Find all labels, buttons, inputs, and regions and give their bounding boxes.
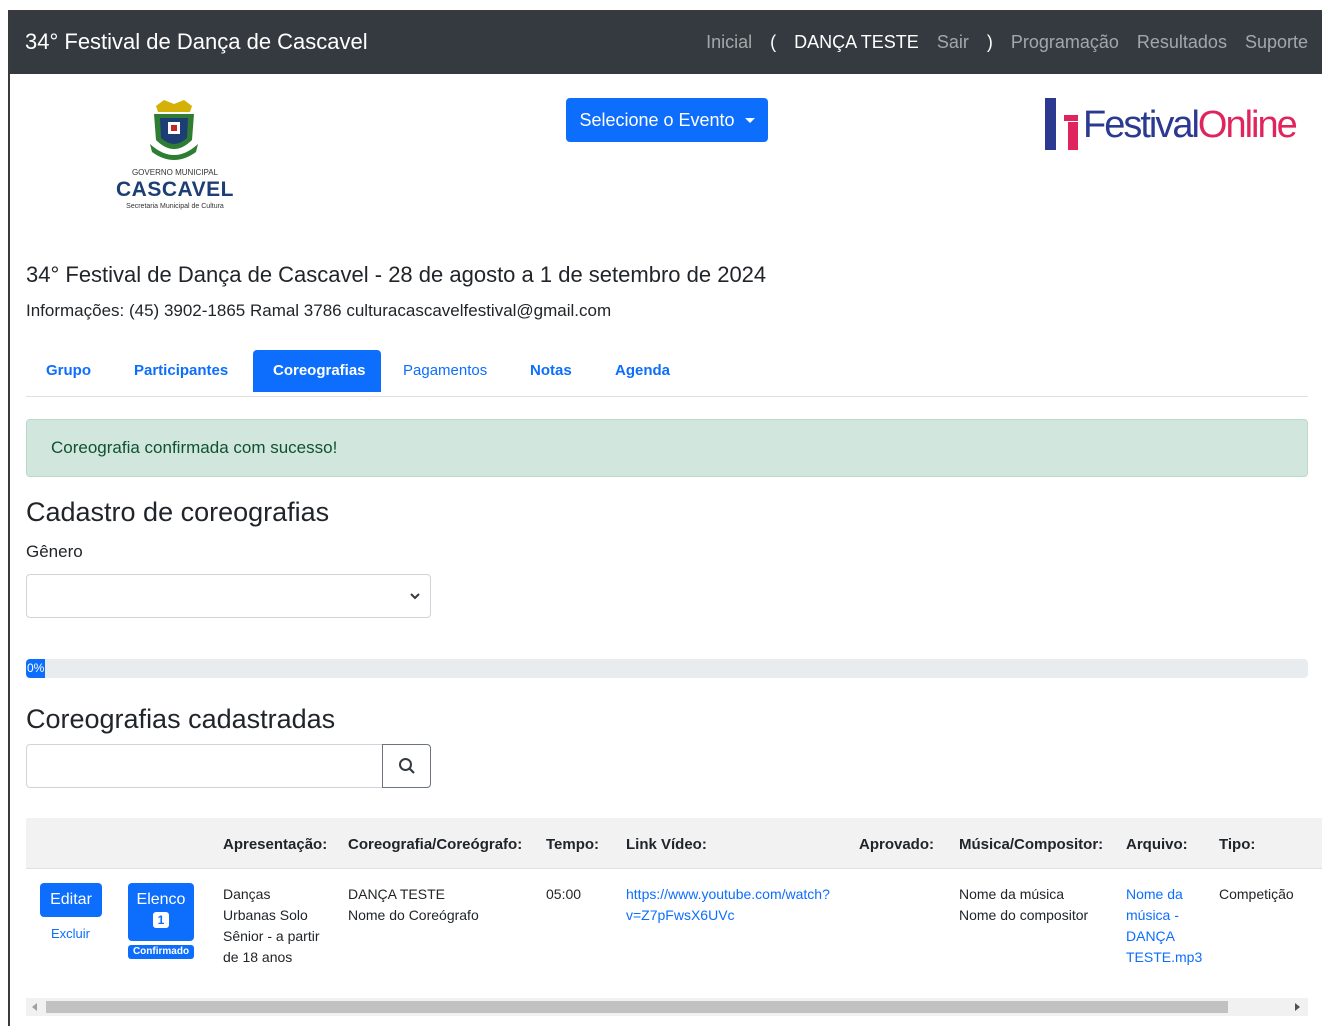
cascavel-logo: GOVERNO MUNICIPAL CASCAVEL Secretaria Mu… [110, 100, 240, 220]
caret-down-icon [744, 117, 755, 123]
arquivo-link[interactable]: Nome da música - DANÇA TESTE.mp3 [1126, 884, 1202, 968]
success-alert: Coreografia confirmada com sucesso! [26, 419, 1308, 477]
logo-city-text: CASCAVEL [116, 178, 234, 201]
select-event-label: Selecione o Evento [579, 109, 735, 130]
nav-paren-close: ) [986, 32, 993, 52]
cell-apresentacao: Danças Urbanas Solo Sênior - a partir de… [223, 886, 320, 965]
elenco-label: Elenco [136, 891, 186, 908]
th-apresentacao: Apresentação: [223, 836, 328, 853]
cell-tempo: 05:00 [546, 886, 582, 902]
tab-notas[interactable]: Notas [510, 350, 592, 392]
elenco-button[interactable]: Elenco 1 [128, 883, 194, 941]
status-badge: Confirmado [128, 945, 194, 959]
navbar-links: Inicial ( DANÇA TESTE Sair ) Programação… [688, 32, 1308, 53]
select-event-dropdown[interactable]: Selecione o Evento [566, 98, 768, 142]
th-musica: Música/Compositor: [959, 836, 1104, 853]
edit-button[interactable]: Editar [40, 883, 102, 917]
cell-tipo: Competição [1219, 886, 1294, 902]
video-link[interactable]: https://www.youtube.com/watch? v=Z7pFwsX… [626, 884, 830, 926]
tab-grupo[interactable]: Grupo [26, 350, 111, 392]
tab-pagamentos[interactable]: Pagamentos [383, 350, 507, 392]
festival-online-logo: FestivalOnline [1045, 98, 1298, 152]
table-row: Editar Excluir Elenco 1 Confirmado Dança… [26, 868, 1322, 998]
th-arquivo: Arquivo: [1126, 836, 1188, 853]
logo-bar-red-top [1064, 115, 1078, 121]
coreografia-name: DANÇA TESTE [348, 886, 445, 902]
nav-link-support[interactable]: Suporte [1245, 32, 1308, 53]
th-link-video: Link Vídeo: [626, 836, 707, 853]
tabs-nav: Grupo Participantes Coreografias Pagamen… [26, 350, 1308, 397]
tab-coreografias[interactable]: Coreografias [253, 350, 381, 392]
search-button[interactable] [382, 744, 431, 788]
upload-progress: 0% [26, 659, 1308, 678]
coreografo-name: Nome do Coreógrafo [348, 907, 479, 923]
chevron-down-icon [410, 593, 420, 600]
nav-link-schedule[interactable]: Programação [1011, 32, 1119, 53]
progress-bar: 0% [26, 659, 45, 678]
th-tempo: Tempo: [546, 836, 600, 853]
logo-secretaria-text: Secretaria Municipal de Cultura [126, 203, 224, 210]
scrollbar-thumb[interactable] [46, 1001, 1228, 1013]
nav-link-logout[interactable]: Sair [937, 32, 969, 53]
search-input[interactable] [26, 744, 383, 788]
scroll-right-arrow-icon[interactable] [1295, 1003, 1300, 1011]
logo-bar-blue [1045, 98, 1056, 150]
th-tipo: Tipo: [1219, 836, 1256, 853]
cadastro-heading: Cadastro de coreografias [26, 497, 330, 527]
nav-link-results[interactable]: Resultados [1137, 32, 1227, 53]
festival-online-logo-text: FestivalOnline [1083, 104, 1298, 146]
th-aprovado: Aprovado: [859, 836, 934, 853]
cascavel-crest-icon [150, 100, 198, 160]
logo-bar-red [1068, 122, 1078, 150]
nav-user-name[interactable]: DANÇA TESTE [794, 32, 919, 53]
browser-viewport: 34° Festival de Dança de Cascavel Inicia… [8, 10, 1322, 1026]
cell-coreografia: DANÇA TESTE Nome do Coreógrafo [348, 884, 479, 926]
delete-link[interactable]: Excluir [51, 926, 90, 941]
musica-name: Nome da música [959, 886, 1065, 902]
top-navbar: 34° Festival de Dança de Cascavel Inicia… [10, 12, 1322, 74]
tab-agenda[interactable]: Agenda [595, 350, 690, 392]
event-info: Informações: (45) 3902-1865 Ramal 3786 c… [26, 301, 612, 320]
cadastradas-heading: Coreografias cadastradas [26, 704, 336, 734]
table-header-row: Apresentação: Coreografia/Coreógrafo: Te… [26, 818, 1322, 869]
navbar-brand[interactable]: 34° Festival de Dança de Cascavel [25, 29, 368, 55]
logo-gov-text: GOVERNO MUNICIPAL [131, 168, 219, 177]
tab-participantes[interactable]: Participantes [114, 350, 248, 392]
event-title: 34° Festival de Dança de Cascavel - 28 d… [26, 262, 767, 287]
scroll-left-arrow-icon[interactable] [32, 1003, 37, 1011]
elenco-count-badge: 1 [153, 912, 169, 928]
cell-musica: Nome da música Nome do compositor [959, 884, 1088, 926]
compositor-name: Nome do compositor [959, 907, 1089, 923]
nav-link-home[interactable]: Inicial [706, 32, 752, 53]
nav-paren-open: ( [770, 32, 777, 52]
genero-label: Gênero [26, 542, 83, 561]
th-coreografia: Coreografia/Coreógrafo: [348, 836, 523, 853]
search-icon [398, 758, 415, 774]
genero-select[interactable] [26, 574, 431, 618]
horizontal-scrollbar[interactable] [26, 998, 1308, 1016]
